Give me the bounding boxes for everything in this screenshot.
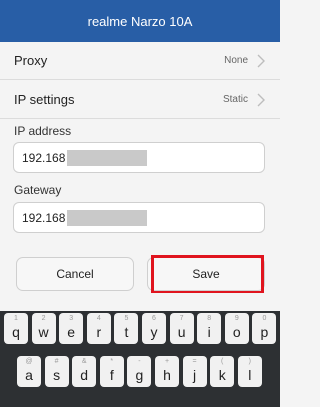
- key-secondary-label: =: [192, 358, 197, 365]
- key-f[interactable]: * f: [99, 356, 124, 387]
- chevron-right-icon: [257, 93, 265, 106]
- key-a[interactable]: @ a: [17, 356, 41, 387]
- key-secondary-label: -: [138, 358, 141, 365]
- title-bar: realme Narzo 10A: [0, 0, 280, 42]
- gateway-value: 192.168: [22, 210, 66, 225]
- keyboard-top-gap: [0, 293, 280, 311]
- key-secondary-label: 6: [152, 315, 156, 322]
- key-secondary-label: 9: [234, 315, 239, 322]
- key-secondary-label: (: [221, 358, 224, 365]
- key-d[interactable]: & d: [72, 356, 97, 387]
- key-secondary-label: *: [110, 358, 114, 365]
- key-e[interactable]: 3e: [59, 313, 84, 344]
- key-l[interactable]: ) l: [237, 356, 262, 387]
- key-q[interactable]: 1q: [4, 313, 28, 344]
- ip-address-label: IP address: [14, 124, 72, 138]
- key-label: o: [232, 323, 241, 340]
- key-label: a: [25, 366, 33, 383]
- key-label: q: [12, 323, 20, 340]
- key-o[interactable]: 9o: [224, 313, 249, 344]
- ip-address-value: 192.168: [22, 150, 66, 165]
- key-h[interactable]: + h: [155, 356, 179, 387]
- ip-settings-value: Static: [222, 94, 248, 105]
- key-label: h: [163, 366, 171, 383]
- key-secondary-label: +: [164, 358, 170, 365]
- gateway-input[interactable]: 192.168: [13, 202, 265, 233]
- redaction-mask: [67, 149, 148, 166]
- key-g[interactable]: -g: [127, 356, 152, 387]
- key-secondary-label: ): [248, 358, 251, 365]
- redaction-mask: [67, 209, 148, 226]
- chevron-right-icon: [257, 54, 265, 67]
- key-label: g: [135, 366, 144, 383]
- key-j[interactable]: = j: [182, 356, 207, 387]
- key-secondary-label: &: [81, 358, 87, 365]
- key-secondary-label: @: [25, 358, 33, 365]
- key-k[interactable]: (k: [210, 356, 235, 387]
- key-label: w: [38, 323, 49, 340]
- key-secondary-label: 0: [262, 315, 267, 322]
- key-p[interactable]: 0p: [252, 313, 277, 344]
- key-label: e: [67, 323, 76, 340]
- key-secondary-label: 7: [179, 315, 184, 322]
- proxy-label: Proxy: [14, 53, 48, 68]
- key-label: l: [248, 366, 252, 383]
- key-secondary-label: 2: [41, 315, 46, 322]
- key-secondary-label: 3: [69, 315, 74, 322]
- proxy-value: None: [224, 55, 248, 66]
- key-label: u: [177, 323, 186, 340]
- key-w[interactable]: 2w: [31, 313, 56, 344]
- key-r[interactable]: 4r: [86, 313, 111, 344]
- ip-settings-label: IP settings: [14, 92, 75, 107]
- key-label: i: [207, 323, 211, 340]
- key-label: k: [218, 366, 226, 383]
- key-label: p: [260, 323, 269, 340]
- ip-settings-row[interactable]: IP settings Static: [0, 81, 280, 119]
- key-y[interactable]: 6y: [142, 313, 166, 344]
- gateway-label: Gateway: [14, 183, 62, 197]
- key-secondary-label: 1: [14, 315, 18, 322]
- proxy-row[interactable]: Proxy None: [0, 42, 280, 80]
- key-secondary-label: 8: [207, 315, 212, 322]
- save-button[interactable]: Save: [147, 257, 265, 291]
- key-s[interactable]: # s: [44, 356, 69, 387]
- key-secondary-label: 4: [96, 315, 101, 322]
- ip-address-input[interactable]: 192.168: [13, 142, 265, 173]
- key-secondary-label: #: [54, 358, 59, 365]
- soft-keyboard: 1q2w3e4r5t6y7u8i9o0p @ a # s & d * f - g + h = j(k) l: [0, 293, 280, 407]
- key-secondary-label: 5: [124, 315, 129, 322]
- key-label: r: [96, 323, 102, 340]
- key-label: t: [124, 323, 129, 340]
- key-label: y: [150, 323, 158, 340]
- key-label: s: [53, 366, 61, 383]
- cancel-button[interactable]: Cancel: [16, 257, 134, 291]
- key-label: j: [193, 366, 197, 383]
- key-i[interactable]: 8i: [197, 313, 222, 344]
- key-u[interactable]: 7u: [169, 313, 194, 344]
- key-label: d: [80, 366, 89, 383]
- key-t[interactable]: 5t: [114, 313, 139, 344]
- key-label: f: [109, 366, 114, 383]
- window-title: realme Narzo 10A: [87, 13, 193, 29]
